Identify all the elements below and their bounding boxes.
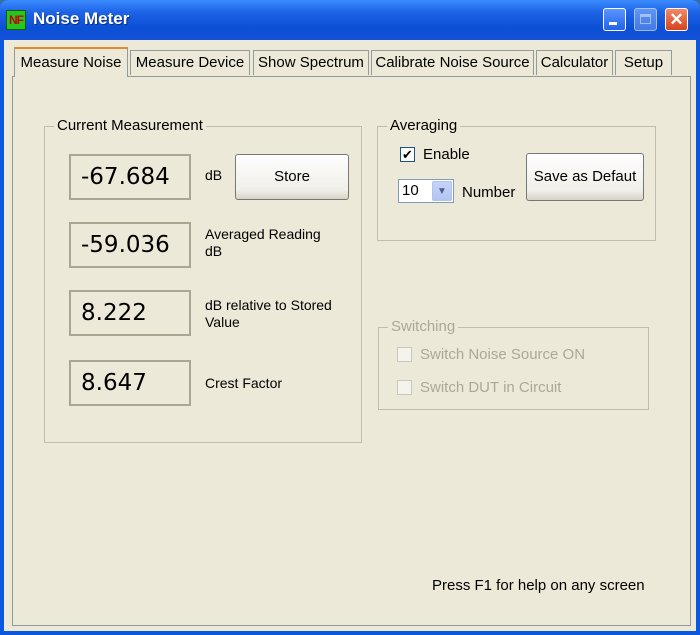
tab-calculator[interactable]: Calculator <box>536 50 613 75</box>
switch-noise-source-checkbox <box>397 347 412 362</box>
current-measurement-group: Current Measurement -67.684 dB Store -59… <box>44 117 362 443</box>
checkmark-icon: ✔ <box>402 147 413 162</box>
averaging-number-value: 10 <box>402 182 419 199</box>
switch-noise-source-label: Switch Noise Source ON <box>420 346 586 363</box>
tab-setup[interactable]: Setup <box>615 50 672 75</box>
tab-show-spectrum[interactable]: Show Spectrum <box>253 50 369 75</box>
store-button[interactable]: Store <box>235 154 349 200</box>
averaging-number-label: Number <box>462 184 516 201</box>
tab-measure-device[interactable]: Measure Device <box>130 50 250 75</box>
relative-reading-display: 8.222 <box>69 290 191 336</box>
tab-measure-noise[interactable]: Measure Noise <box>14 47 128 77</box>
minimize-button[interactable] <box>603 8 626 31</box>
enable-averaging-label[interactable]: Enable <box>423 146 470 163</box>
averaging-title: Averaging <box>387 117 461 134</box>
raw-reading-unit: dB <box>205 167 223 183</box>
noise-meter-window: NF Noise Meter ✕ Measure Noise Measure D… <box>0 0 700 635</box>
tab-calibrate-noise-source[interactable]: Calibrate Noise Source <box>371 50 534 75</box>
raw-reading-display: -67.684 <box>69 154 191 200</box>
switch-dut-checkbox <box>397 380 412 395</box>
crest-factor-label: Crest Factor <box>205 375 283 391</box>
nf-app-icon[interactable]: NF <box>6 10 26 30</box>
switching-title: Switching <box>388 318 459 335</box>
window-title: Noise Meter <box>33 9 130 28</box>
close-button[interactable]: ✕ <box>665 8 688 31</box>
title-bar[interactable]: NF Noise Meter ✕ <box>0 0 700 40</box>
switching-group: Switching Switch Noise Source ON Switch … <box>378 318 649 410</box>
averaging-group: Averaging ✔ Enable 10 ▼ Number Save as D… <box>377 117 656 241</box>
switch-dut-label: Switch DUT in Circuit <box>420 379 562 396</box>
minimize-icon <box>609 22 617 25</box>
averaging-number-select[interactable]: 10 ▼ <box>398 179 454 203</box>
chevron-down-icon[interactable]: ▼ <box>432 181 452 201</box>
help-text: Press F1 for help on any screen <box>432 577 645 594</box>
current-measurement-title: Current Measurement <box>54 117 206 134</box>
client-area: Measure Noise Measure Device Show Spectr… <box>4 40 696 631</box>
measure-noise-panel: Current Measurement -67.684 dB Store -59… <box>12 76 691 626</box>
averaged-reading-label: Averaged Reading dB <box>205 226 321 259</box>
close-icon: ✕ <box>669 10 684 29</box>
enable-averaging-checkbox[interactable]: ✔ <box>400 147 415 162</box>
relative-reading-label: dB relative to Stored Value <box>205 297 332 330</box>
crest-factor-display: 8.647 <box>69 360 191 406</box>
maximize-icon <box>640 14 651 24</box>
averaged-reading-display: -59.036 <box>69 222 191 268</box>
maximize-button <box>634 8 657 31</box>
save-as-default-button[interactable]: Save as Defaut <box>526 153 644 201</box>
